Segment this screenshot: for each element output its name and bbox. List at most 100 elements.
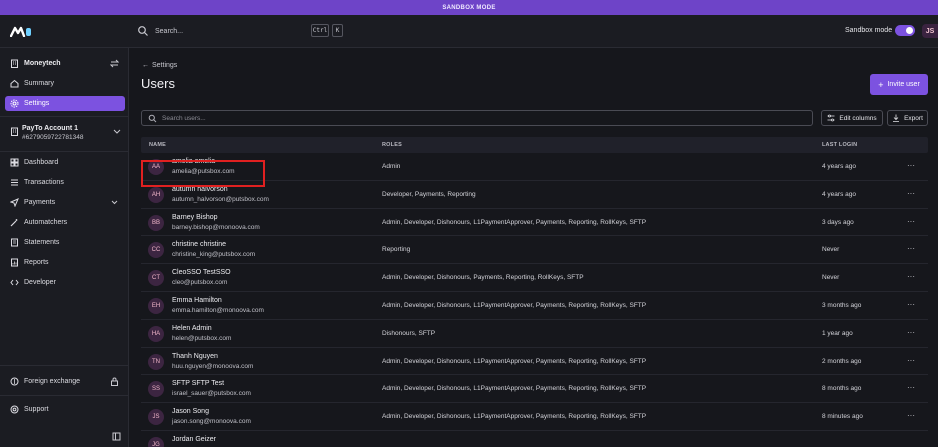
sliders-icon [827,114,835,122]
sidebar-org-switcher[interactable]: Moneytech [5,56,125,71]
more-actions-icon[interactable]: ··· [907,411,915,420]
sidebar-item-payments[interactable]: Payments [5,195,125,210]
sandbox-mode-banner: SANDBOX MODE [0,0,938,15]
user-roles: Admin, Developer, Dishonours, L1PaymentA… [382,218,647,226]
highlight-box [141,160,265,187]
user-roles: Admin [382,163,401,170]
user-name: SFTP SFTP Test [172,380,225,388]
more-actions-icon[interactable]: ··· [907,383,915,392]
org-name: Moneytech [24,60,61,67]
sidebar-item-developer[interactable]: Developer [5,275,125,290]
user-name: Jordan Geizer [172,435,216,443]
more-actions-icon[interactable]: ··· [907,328,915,337]
table-row[interactable]: JS Jason Song jason.song@monoova.com Admin,… [141,403,928,431]
search-users-placeholder: Search users... [162,114,206,122]
back-to-settings-link[interactable]: ← Settings [142,62,177,69]
avatar: JS [148,409,164,426]
document-icon [10,238,19,247]
edit-columns-button[interactable]: Edit columns [821,110,883,126]
main-content: ← Settings Users + Invite user Search us… [130,48,938,447]
user-email: autumn_halvorson@putsbox.com [172,195,269,203]
invite-user-button[interactable]: + Invite user [870,74,928,95]
account-number: #6279059722781348 [22,134,84,141]
user-email: emma.hamilton@monoova.com [172,306,264,314]
user-last-login: 4 years ago [822,163,856,170]
toggle-knob [906,27,913,34]
user-email: barney.bishop@monoova.com [172,223,260,231]
sidebar-item-support[interactable]: Support [5,402,125,417]
sidebar-item-label: Summary [24,80,54,87]
user-email: cleo@putsbox.com [172,279,228,287]
global-search[interactable]: Search... Ctrl K [131,21,345,41]
wand-icon [10,218,19,227]
arrow-left-icon: ← [142,62,149,69]
sidebar-item-transactions[interactable]: Transactions [5,175,125,190]
chevron-down-icon[interactable] [113,129,121,135]
user-name: Emma Hamilton [172,296,222,304]
user-roles: Developer, Payments, Reporting [382,190,476,198]
sidebar-item-summary[interactable]: Summary [5,76,125,91]
table-row[interactable]: TN Thanh Nguyen huu.nguyen@monoova.com Admi… [141,348,928,376]
table-row[interactable]: CT CleoSSO TestSSO cleo@putsbox.com Admin, … [141,264,928,292]
sidebar-item-label: Automatchers [24,219,68,226]
avatar: CT [148,270,164,287]
sidebar-item-label: Support [24,406,49,413]
column-header-name[interactable]: NAME [149,142,166,148]
sidebar-item-label: Foreign exchange [24,378,81,385]
column-header-last-login[interactable]: LAST LOGIN [822,142,857,148]
column-header-roles[interactable]: ROLES [382,142,402,148]
avatar: SS [148,381,164,398]
user-email: jason.song@monoova.com [172,418,251,426]
user-name: Helen Admin [172,324,212,332]
sidebar-item-settings[interactable]: Settings [5,96,125,111]
shortcut-ctrl-key: Ctrl [311,24,329,37]
more-actions-icon[interactable]: ··· [907,161,915,170]
currency-icon [10,377,19,386]
more-actions-icon[interactable]: ··· [907,217,915,226]
grid-icon [10,158,19,167]
home-icon [10,79,19,88]
collapse-sidebar-icon[interactable] [112,432,121,441]
user-last-login: 2 months ago [822,357,862,365]
table-row[interactable]: CC christine christine christine_king@puts… [141,236,928,265]
top-bar: Search... Ctrl K Sandbox mode JS [0,15,938,48]
table-row[interactable]: EH Emma Hamilton emma.hamilton@monoova.com… [141,292,928,320]
table-row[interactable]: JG Jordan Geizer [141,431,928,447]
send-icon [10,198,19,207]
more-actions-icon[interactable]: ··· [907,300,915,309]
user-email: christine_king@putsbox.com [172,251,256,259]
back-link-label: Settings [152,62,178,69]
user-avatar[interactable]: JS [922,24,938,38]
sidebar-item-statements[interactable]: Statements [5,235,125,250]
more-actions-icon[interactable]: ··· [907,189,915,198]
user-roles: Reporting [382,246,411,254]
table-row[interactable]: BB Barney Bishop barney.bishop@monoova.com… [141,209,928,237]
table-header: NAME ROLES LAST LOGIN [141,137,928,153]
sidebar-item-reports[interactable]: Reports [5,255,125,270]
avatar-initials: JG [152,441,160,447]
sidebar-divider [0,151,129,152]
more-actions-icon[interactable]: ··· [907,272,915,281]
account-name[interactable]: PayTo Account 1 [22,125,78,132]
table-row[interactable]: SS SFTP SFTP Test israel_sauer@putsbox.com… [141,375,928,404]
shortcut-k-key: K [332,24,343,37]
more-actions-icon[interactable]: ··· [907,244,915,253]
export-button[interactable]: Export [887,110,928,126]
sidebar-item-label: Transactions [24,179,64,186]
gear-icon [10,99,19,108]
support-icon [10,405,19,414]
table-row[interactable]: HA Helen Admin helen@putsbox.com Dishonours… [141,320,928,348]
sidebar-item-foreign-exchange[interactable]: Foreign exchange [5,374,125,389]
more-actions-icon[interactable]: ··· [907,356,915,365]
avatar-initials: BB [151,219,160,226]
sidebar-item-dashboard[interactable]: Dashboard [5,155,125,170]
report-icon [10,258,19,267]
brand-logo-icon[interactable] [10,25,32,37]
sandbox-mode-toggle[interactable] [895,25,915,36]
user-roles: Admin, Developer, Dishonours, L1PaymentA… [382,413,647,421]
building-icon [11,127,18,136]
sidebar-item-automatchers[interactable]: Automatchers [5,215,125,230]
sidebar-item-label: Payments [24,199,56,206]
search-users-input[interactable]: Search users... [141,110,813,126]
code-icon [10,278,19,287]
